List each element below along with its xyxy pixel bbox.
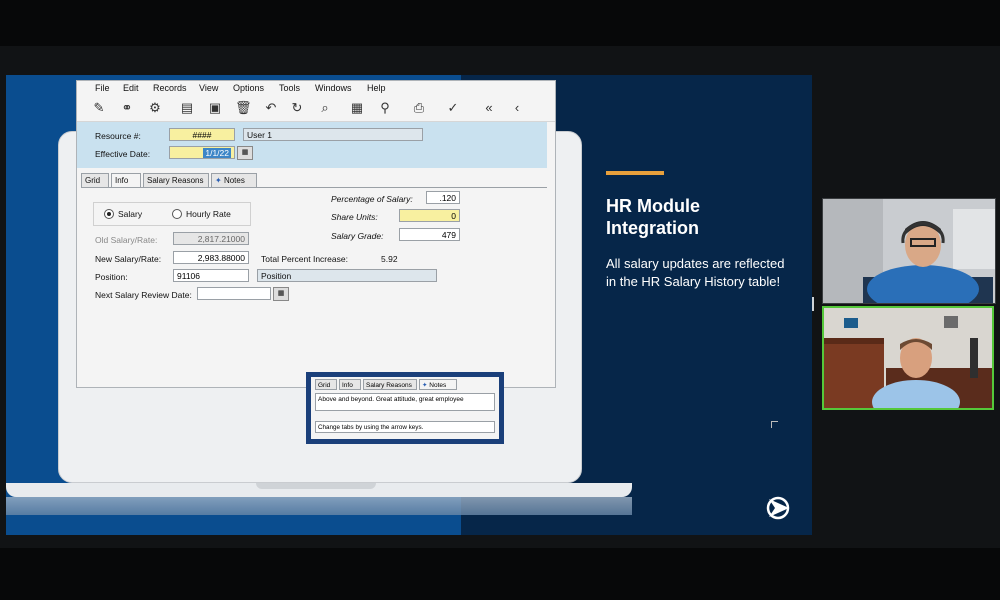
menu-file[interactable]: File <box>95 83 110 93</box>
info-tab-panel: Percentage of Salary: .120 Share Units: … <box>81 187 547 384</box>
notes-callout: Grid Info Salary Reasons ✦ Notes Above a… <box>306 372 504 444</box>
bottom-letterbox <box>0 548 1000 600</box>
mouse-cursor <box>771 421 778 428</box>
gear-icon[interactable]: ⚙ <box>147 100 163 116</box>
panel-divider-handle[interactable] <box>812 297 814 311</box>
old-salary-label: Old Salary/Rate: <box>95 235 158 245</box>
new-salary-field[interactable]: 2,983.88000 <box>173 251 249 264</box>
notes-callout-tab-salary-reasons[interactable]: Salary Reasons <box>363 379 417 390</box>
print-icon[interactable]: ⎙ <box>411 100 427 116</box>
attachment-icon[interactable]: ⚲ <box>377 100 393 116</box>
notes-callout-inner: Grid Info Salary Reasons ✦ Notes Above a… <box>311 377 499 439</box>
search-icon[interactable]: ⌕ <box>317 100 333 116</box>
tab-salary-reasons[interactable]: Salary Reasons <box>143 173 209 187</box>
share-units-label: Share Units: <box>331 212 378 222</box>
first-record-icon[interactable]: « <box>481 100 497 116</box>
calendar-icon[interactable]: ▦ <box>237 146 253 160</box>
salary-radio[interactable] <box>104 209 114 219</box>
menu-options[interactable]: Options <box>233 83 264 93</box>
undo-icon[interactable]: ↶ <box>263 100 279 116</box>
laptop-notch <box>256 483 376 489</box>
record-header-panel: Resource #: #### User 1 Effective Date: … <box>77 122 547 168</box>
delete-icon[interactable]: 🗑 <box>235 100 252 116</box>
resource-number-field[interactable]: #### <box>169 128 235 141</box>
salary-grade-field[interactable]: 479 <box>399 228 460 241</box>
new-salary-label: New Salary/Rate: <box>95 254 162 264</box>
tab-notes-label: Notes <box>223 176 245 185</box>
tab-info[interactable]: Info <box>111 173 141 188</box>
percentage-of-salary-field[interactable]: .120 <box>426 191 460 204</box>
salary-grade-label: Salary Grade: <box>331 231 384 241</box>
participant-video-icon <box>823 199 995 303</box>
refresh-icon[interactable]: ↻ <box>289 100 305 116</box>
notes-callout-tab-notes[interactable]: ✦ Notes <box>419 379 457 390</box>
share-units-field[interactable]: 0 <box>399 209 460 222</box>
menu-view[interactable]: View <box>199 83 218 93</box>
menu-bar: File Edit Records View Options Tools Win… <box>77 81 555 96</box>
notes-callout-tab-grid[interactable]: Grid <box>315 379 337 390</box>
participant-video-2[interactable] <box>822 306 994 410</box>
laptop-reflection <box>6 497 632 515</box>
previous-record-icon[interactable]: ‹ <box>509 100 525 116</box>
hourly-rate-radio-label: Hourly Rate <box>186 209 231 219</box>
slide-accent-bar <box>606 171 664 175</box>
meeting-stage: HR Module Integration All salary updates… <box>0 0 1000 600</box>
total-percent-increase-value: 5.92 <box>381 254 398 264</box>
notes-callout-tab-info[interactable]: Info <box>339 379 361 390</box>
next-review-date-field[interactable] <box>197 287 271 300</box>
company-logo-icon <box>766 496 790 520</box>
salary-radio-label: Salary <box>118 209 143 219</box>
pin-icon: ✦ <box>422 382 428 389</box>
top-letterbox <box>0 0 1000 46</box>
menu-edit[interactable]: Edit <box>123 83 139 93</box>
notes-textarea[interactable]: Above and beyond. Great attitude, great … <box>315 393 495 411</box>
resource-label: Resource #: <box>95 131 141 141</box>
position-label: Position: <box>95 272 128 282</box>
effective-date-label: Effective Date: <box>95 149 151 159</box>
new-document-icon[interactable]: ▤ <box>179 100 195 116</box>
hourly-rate-radio[interactable] <box>172 209 182 219</box>
total-percent-increase-label: Total Percent Increase: <box>261 254 348 264</box>
effective-date-value: 1/1/22 <box>203 148 231 158</box>
menu-tools[interactable]: Tools <box>279 83 300 93</box>
notes-status-bar: Change tabs by using the arrow keys. <box>315 421 495 433</box>
binoculars-icon[interactable]: ⚭ <box>119 100 135 116</box>
spell-check-icon[interactable]: ✓ <box>445 100 461 116</box>
participant-video-icon <box>824 308 992 408</box>
slide-title: HR Module Integration <box>606 196 700 238</box>
save-icon[interactable]: ▣ <box>207 100 223 116</box>
position-field[interactable]: 91106 <box>173 269 249 282</box>
erp-app-window: File Edit Records View Options Tools Win… <box>76 80 556 388</box>
position-name-field: Position <box>257 269 437 282</box>
slide-body-text: All salary updates are reflected in the … <box>606 256 785 289</box>
menu-help[interactable]: Help <box>367 83 386 93</box>
next-review-date-label: Next Salary Review Date: <box>95 290 192 300</box>
effective-date-field[interactable]: 1/1/22 <box>169 146 235 159</box>
tab-grid[interactable]: Grid <box>81 173 109 187</box>
participant-video-1[interactable] <box>822 198 996 304</box>
resource-name-field: User 1 <box>243 128 423 141</box>
edit-icon[interactable]: ✎ <box>91 100 107 116</box>
calendar-icon[interactable]: ▦ <box>273 287 289 301</box>
notes-callout-tab-notes-label: Notes <box>429 382 447 389</box>
percentage-of-salary-label: Percentage of Salary: <box>331 194 413 204</box>
toolbar: ✎ ⚭ ⚙ ▤ ▣ 🗑 ↶ ↻ ⌕ ▦ ⚲ ⎙ ✓ « ‹ <box>77 97 555 122</box>
grid-icon[interactable]: ▦ <box>349 100 365 116</box>
old-salary-field: 2,817.21000 <box>173 232 249 245</box>
menu-windows[interactable]: Windows <box>315 83 352 93</box>
pin-icon: ✦ <box>215 176 222 185</box>
rate-type-group: Salary Hourly Rate <box>93 202 251 226</box>
tab-notes[interactable]: ✦ Notes <box>211 173 257 187</box>
menu-records[interactable]: Records <box>153 83 187 93</box>
